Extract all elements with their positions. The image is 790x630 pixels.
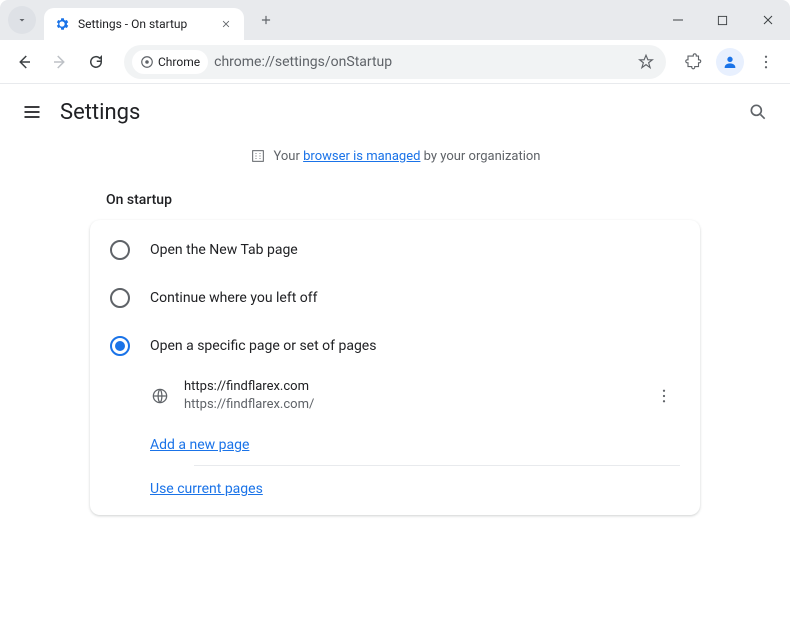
url-text: chrome://settings/onStartup xyxy=(214,54,630,70)
specific-pages-list: https://findflarex.com https://findflare… xyxy=(134,370,700,509)
hamburger-icon xyxy=(22,102,42,122)
more-vert-icon xyxy=(757,53,775,71)
window-titlebar: Settings - On startup xyxy=(0,0,790,40)
chrome-icon xyxy=(140,55,154,69)
chevron-down-icon xyxy=(16,14,28,26)
radio-open-new-tab[interactable]: Open the New Tab page xyxy=(90,226,700,274)
search-icon xyxy=(748,102,768,122)
arrow-right-icon xyxy=(51,53,69,71)
radio-label: Open a specific page or set of pages xyxy=(150,338,376,354)
minimize-icon xyxy=(672,14,684,26)
tab-close-button[interactable] xyxy=(218,16,234,32)
reload-button[interactable] xyxy=(80,46,112,78)
use-current-row: Use current pages xyxy=(134,466,700,509)
managed-banner: Your browser is managed by your organiza… xyxy=(0,140,790,172)
page-entry-url: https://findflarex.com/ xyxy=(184,396,634,414)
close-icon xyxy=(221,19,231,29)
tab-title: Settings - On startup xyxy=(78,17,218,31)
tab-search-button[interactable] xyxy=(8,6,36,34)
browser-tab[interactable]: Settings - On startup xyxy=(44,8,244,40)
startup-card: Open the New Tab page Continue where you… xyxy=(90,220,700,515)
gear-icon xyxy=(54,16,70,32)
page-entry-more-button[interactable] xyxy=(648,380,680,412)
address-bar[interactable]: Chrome chrome://settings/onStartup xyxy=(124,45,666,79)
globe-icon xyxy=(150,386,170,406)
add-page-row: Add a new page xyxy=(134,422,700,465)
person-icon xyxy=(722,54,738,70)
radio-specific-pages[interactable]: Open a specific page or set of pages xyxy=(90,322,700,370)
page-entry-title: https://findflarex.com xyxy=(184,378,634,396)
forward-button[interactable] xyxy=(44,46,76,78)
settings-search-button[interactable] xyxy=(746,100,770,124)
back-button[interactable] xyxy=(8,46,40,78)
site-chip-label: Chrome xyxy=(158,55,200,69)
radio-icon xyxy=(110,336,130,356)
arrow-left-icon xyxy=(15,53,33,71)
radio-label: Open the New Tab page xyxy=(150,242,298,258)
settings-header: Settings xyxy=(0,84,790,140)
use-current-pages-link[interactable]: Use current pages xyxy=(150,481,263,497)
new-tab-button[interactable] xyxy=(252,6,280,34)
minimize-button[interactable] xyxy=(655,0,700,40)
plus-icon xyxy=(259,13,273,27)
maximize-button[interactable] xyxy=(700,0,745,40)
window-controls xyxy=(655,0,790,40)
browser-toolbar: Chrome chrome://settings/onStartup xyxy=(0,40,790,84)
puzzle-icon xyxy=(685,53,703,71)
startup-page-entry: https://findflarex.com https://findflare… xyxy=(134,370,700,422)
building-icon xyxy=(250,148,266,164)
close-icon xyxy=(762,14,774,26)
settings-menu-button[interactable] xyxy=(20,100,44,124)
bookmark-button[interactable] xyxy=(630,46,662,78)
maximize-icon xyxy=(717,15,728,26)
extensions-button[interactable] xyxy=(678,46,710,78)
reload-icon xyxy=(87,53,105,71)
managed-suffix: by your organization xyxy=(420,149,540,164)
managed-link[interactable]: browser is managed xyxy=(303,149,420,164)
profile-button[interactable] xyxy=(714,46,746,78)
add-new-page-link[interactable]: Add a new page xyxy=(150,437,249,453)
page-title: Settings xyxy=(60,100,140,125)
radio-icon xyxy=(110,240,130,260)
more-vert-icon xyxy=(655,387,673,405)
managed-prefix: Your xyxy=(274,149,304,164)
radio-icon xyxy=(110,288,130,308)
radio-continue[interactable]: Continue where you left off xyxy=(90,274,700,322)
settings-content: On startup Open the New Tab page Continu… xyxy=(0,192,790,515)
radio-label: Continue where you left off xyxy=(150,290,318,306)
section-title: On startup xyxy=(106,192,700,208)
menu-button[interactable] xyxy=(750,46,782,78)
star-icon xyxy=(637,53,655,71)
close-window-button[interactable] xyxy=(745,0,790,40)
site-chip[interactable]: Chrome xyxy=(132,50,208,74)
